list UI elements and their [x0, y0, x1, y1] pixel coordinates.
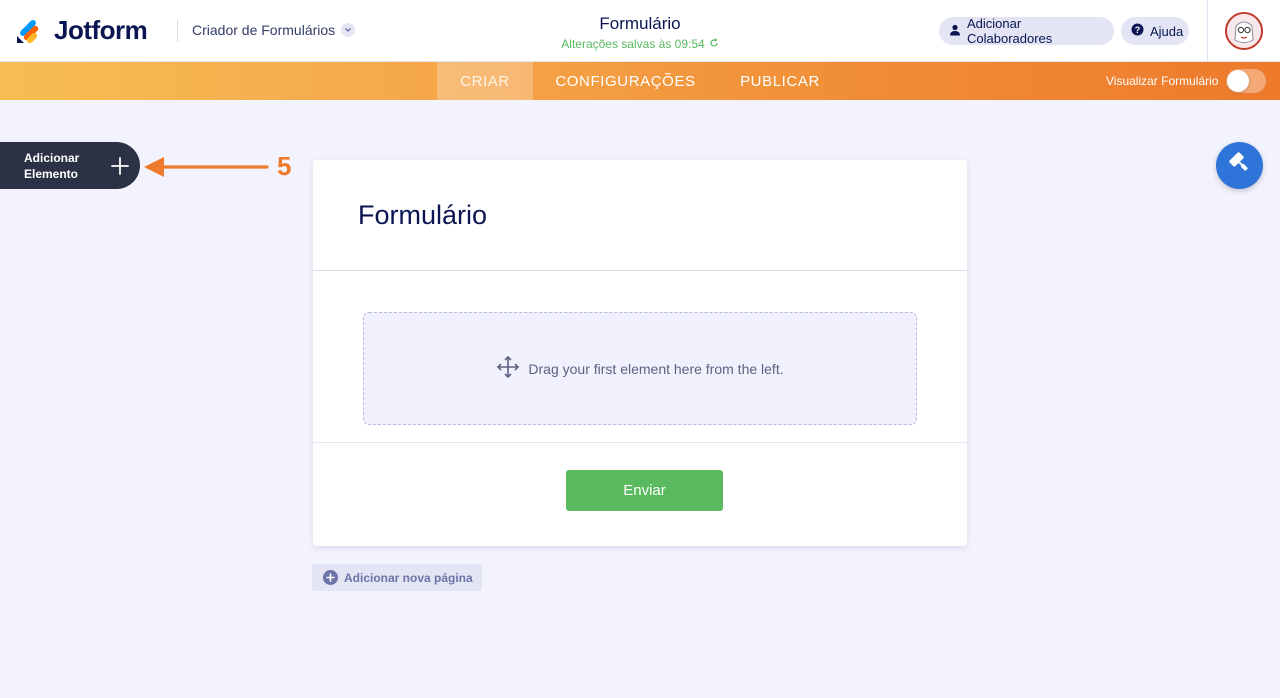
- add-new-page-button[interactable]: Adicionar nova página: [312, 564, 482, 591]
- toggle-knob: [1227, 70, 1249, 92]
- user-icon: [949, 24, 961, 39]
- form-heading-divider: [313, 270, 967, 271]
- add-collaborators-button[interactable]: Adicionar Colaboradores: [939, 16, 1114, 46]
- avatar[interactable]: [1225, 12, 1263, 50]
- plus-icon: [109, 155, 131, 177]
- question-circle-icon: ?: [1131, 23, 1144, 39]
- add-collaborators-label: Adicionar Colaboradores: [967, 16, 1053, 46]
- header-divider: [177, 20, 178, 42]
- refresh-icon: [709, 37, 719, 51]
- form-title[interactable]: Formulário: [540, 14, 740, 34]
- submit-divider: [313, 442, 967, 443]
- help-button[interactable]: ? Ajuda: [1121, 17, 1189, 45]
- builder-name-label: Criador de Formulários: [192, 22, 336, 38]
- add-element-button[interactable]: Adicionar Elemento: [0, 142, 140, 189]
- add-element-label: Adicionar Elemento: [24, 151, 80, 181]
- builder-nav-bar: CRIAR CONFIGURAÇÕES PUBLICAR Visualizar …: [0, 62, 1280, 100]
- paint-roller-icon: [1228, 151, 1252, 180]
- tab-settings[interactable]: CONFIGURAÇÕES: [533, 62, 718, 100]
- save-status-text: Alterações salvas às 09:54: [561, 37, 705, 51]
- builder-selector[interactable]: Criador de Formulários: [192, 22, 356, 38]
- jotform-logo[interactable]: Jotform: [16, 14, 148, 46]
- tab-publish[interactable]: PUBLICAR: [718, 62, 842, 100]
- annotation-arrow: [142, 152, 272, 182]
- brand-name: Jotform: [54, 14, 148, 45]
- account-area: [1207, 0, 1280, 62]
- add-new-page-label: Adicionar nova página: [344, 570, 473, 585]
- form-title-area: Formulário Alterações salvas às 09:54: [540, 14, 740, 51]
- preview-form-label: Visualizar Formulário: [1106, 74, 1219, 88]
- plus-circle-icon: [323, 570, 338, 585]
- top-header: Jotform Criador de Formulários Formulári…: [0, 0, 1280, 62]
- form-heading[interactable]: Formulário: [358, 200, 487, 231]
- form-card: Formulário Drag your first element here …: [313, 160, 967, 546]
- element-drop-zone[interactable]: Drag your first element here from the le…: [363, 312, 917, 425]
- move-arrows-icon: [496, 355, 520, 382]
- annotation-step-number: 5: [277, 151, 292, 181]
- jotform-logo-icon: [16, 16, 42, 44]
- submit-button[interactable]: Enviar: [566, 470, 723, 511]
- drop-zone-hint: Drag your first element here from the le…: [528, 360, 784, 377]
- svg-text:?: ?: [1135, 25, 1141, 35]
- form-designer-button[interactable]: [1216, 142, 1263, 189]
- tab-build[interactable]: CRIAR: [437, 62, 533, 100]
- preview-form-toggle[interactable]: [1226, 69, 1266, 93]
- chevron-down-icon: [341, 23, 356, 37]
- save-status: Alterações salvas às 09:54: [540, 37, 740, 51]
- help-label: Ajuda: [1150, 23, 1184, 39]
